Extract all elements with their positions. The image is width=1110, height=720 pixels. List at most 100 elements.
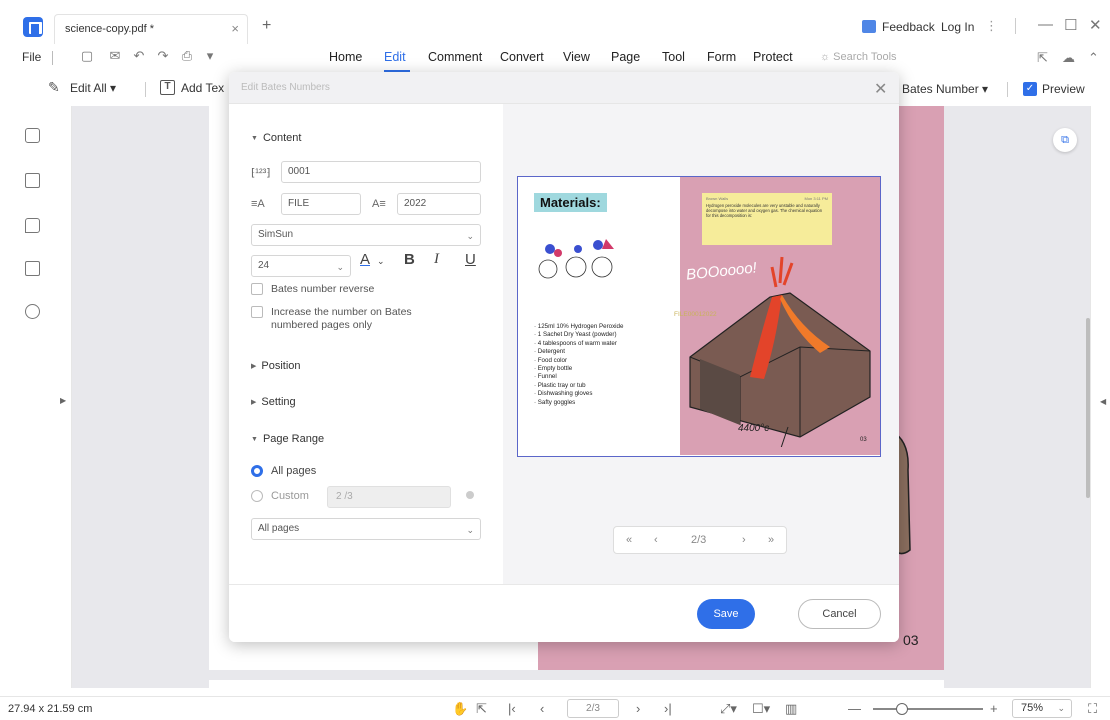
molecule-illustration <box>538 239 614 279</box>
custom-radio[interactable] <box>251 490 263 502</box>
chevron-down-icon: ⌄ <box>466 525 474 535</box>
close-window-button[interactable]: ✕ <box>1089 16 1102 34</box>
save-button[interactable]: Save <box>697 599 755 629</box>
font-color-button[interactable]: A <box>360 251 370 268</box>
close-dialog-icon[interactable]: ✕ <box>874 79 887 99</box>
prev-page-icon[interactable]: ‹ <box>654 534 658 546</box>
search-tools-placeholder: Search Tools <box>833 51 897 63</box>
menu-form[interactable]: Form <box>707 50 736 64</box>
more-options-icon[interactable]: ⋮ <box>985 18 998 34</box>
document-page-number: 03 <box>903 632 919 648</box>
menu-protect[interactable]: Protect <box>753 50 793 64</box>
redo-icon[interactable]: ↷ <box>156 49 170 63</box>
search-icon[interactable] <box>25 304 40 319</box>
two-page-icon[interactable]: ▥ <box>785 701 797 717</box>
first-page-icon[interactable]: « <box>626 534 632 546</box>
font-size-select[interactable]: 24 ⌄ <box>251 255 351 277</box>
zoom-select[interactable]: 75% ⌄ <box>1012 699 1072 718</box>
next-page-icon[interactable]: › <box>742 534 746 546</box>
vertical-scrollbar[interactable] <box>1086 318 1090 498</box>
print-icon[interactable]: ⎙ <box>180 49 194 63</box>
zoom-slider-handle[interactable] <box>896 703 908 715</box>
content-section-toggle[interactable]: ▼ Content <box>251 132 301 144</box>
new-tab-button[interactable]: + <box>262 17 271 35</box>
fullscreen-icon[interactable]: ⛶ <box>1088 701 1097 717</box>
floating-tool-icon[interactable]: ⧉ <box>1053 128 1077 152</box>
page-view-icon[interactable]: ☐▾ <box>752 701 770 717</box>
add-text-button[interactable]: Add Tex <box>181 81 224 95</box>
list-item: · Funnel <box>534 373 557 381</box>
list-item: · 1 Sachet Dry Yeast (powder) <box>534 331 617 339</box>
font-select[interactable]: SimSun ⌄ <box>251 224 481 246</box>
hand-tool-icon[interactable]: ✋ <box>452 701 468 717</box>
save-icon[interactable]: ▢ <box>80 49 94 63</box>
menu-page[interactable]: Page <box>611 50 640 64</box>
add-text-icon[interactable]: T <box>160 80 175 95</box>
custom-range-input[interactable]: 2 /3 <box>327 486 451 508</box>
thumbnails-icon[interactable] <box>25 128 40 143</box>
bookmark-icon[interactable] <box>25 173 40 188</box>
menu-comment[interactable]: Comment <box>428 50 482 64</box>
expand-sidebar-icon[interactable]: ▶ <box>60 396 66 405</box>
cloud-icon[interactable]: ☁ <box>1062 50 1075 66</box>
share-icon[interactable]: ⇱ <box>1037 50 1048 66</box>
left-sidebar: ▶ <box>0 106 72 688</box>
zoom-out-icon[interactable]: — <box>848 701 861 716</box>
mail-icon[interactable]: ✉ <box>108 49 122 63</box>
cancel-button[interactable]: Cancel <box>798 599 881 629</box>
position-section-toggle[interactable]: ▶ Position <box>251 360 301 372</box>
feedback-icon[interactable] <box>862 20 876 33</box>
reverse-checkbox[interactable] <box>251 283 263 295</box>
range-select[interactable]: All pages ⌄ <box>251 518 481 540</box>
menu-convert[interactable]: Convert <box>500 50 544 64</box>
zoom-slider[interactable] <box>873 708 983 710</box>
quick-access-dropdown-icon[interactable]: ▾ <box>203 49 217 63</box>
prev-page-icon[interactable]: ‹ <box>540 701 544 716</box>
minimize-button[interactable]: — <box>1038 16 1053 33</box>
page-number-input[interactable]: 2/3 <box>567 699 619 718</box>
suffix-input[interactable]: 2022 <box>397 193 481 215</box>
expand-right-panel-icon[interactable]: ◀ <box>1100 397 1106 406</box>
menu-home[interactable]: Home <box>329 50 362 64</box>
document-tab[interactable]: science-copy.pdf * × <box>54 14 248 44</box>
start-number-input[interactable]: 0001 <box>281 161 481 183</box>
login-link[interactable]: Log In <box>941 20 974 34</box>
bold-button[interactable]: B <box>404 251 415 268</box>
menu-tool[interactable]: Tool <box>662 50 685 64</box>
comment-icon[interactable] <box>25 218 40 233</box>
attachment-icon[interactable] <box>25 261 40 276</box>
close-tab-icon[interactable]: × <box>231 21 239 36</box>
maximize-button[interactable]: ☐ <box>1064 16 1077 34</box>
preview-checkbox[interactable]: ✓ <box>1023 82 1037 96</box>
search-tools-input[interactable]: ☼ Search Tools <box>820 51 897 63</box>
select-tool-icon[interactable]: ⇱ <box>476 701 487 717</box>
increase-checkbox[interactable] <box>251 306 263 318</box>
preview-label: Preview <box>1042 82 1085 96</box>
collapse-ribbon-icon[interactable]: ⌃ <box>1088 50 1099 66</box>
zoom-in-icon[interactable]: + <box>990 701 998 716</box>
undo-icon[interactable]: ↶ <box>132 49 146 63</box>
first-page-icon[interactable]: |‹ <box>508 701 516 716</box>
underline-button[interactable]: U <box>465 251 476 268</box>
last-page-icon[interactable]: » <box>768 534 774 546</box>
setting-section-toggle[interactable]: ▶ Setting <box>251 396 296 408</box>
menu-edit[interactable]: Edit <box>384 50 406 64</box>
page-range-section-toggle[interactable]: ▼ Page Range <box>251 433 324 445</box>
page-dimensions: 27.94 x 21.59 cm <box>8 703 93 715</box>
preview-left-half: Materials: · 125ml 10% Hydrogen Peroxide… <box>518 177 680 455</box>
font-color-dropdown-icon[interactable]: ⌄ <box>377 256 385 267</box>
italic-button[interactable]: I <box>434 251 439 268</box>
all-pages-radio[interactable] <box>251 465 263 477</box>
last-page-icon[interactable]: ›| <box>664 701 672 716</box>
fit-page-icon[interactable]: ⤢▾ <box>720 701 737 717</box>
increase-label: Increase the number on Bates numbered pa… <box>271 306 412 331</box>
edit-all-icon[interactable]: ✎ <box>48 79 64 95</box>
menu-view[interactable]: View <box>563 50 590 64</box>
next-page-icon[interactable]: › <box>636 701 640 716</box>
edit-all-button[interactable]: Edit All ▾ <box>70 81 116 95</box>
dialog-footer: Save Cancel <box>229 584 899 642</box>
feedback-link[interactable]: Feedback <box>882 20 935 34</box>
bates-number-button[interactable]: Bates Number ▾ <box>902 82 988 96</box>
menu-file[interactable]: File <box>22 50 41 64</box>
prefix-input[interactable]: FILE <box>281 193 361 215</box>
